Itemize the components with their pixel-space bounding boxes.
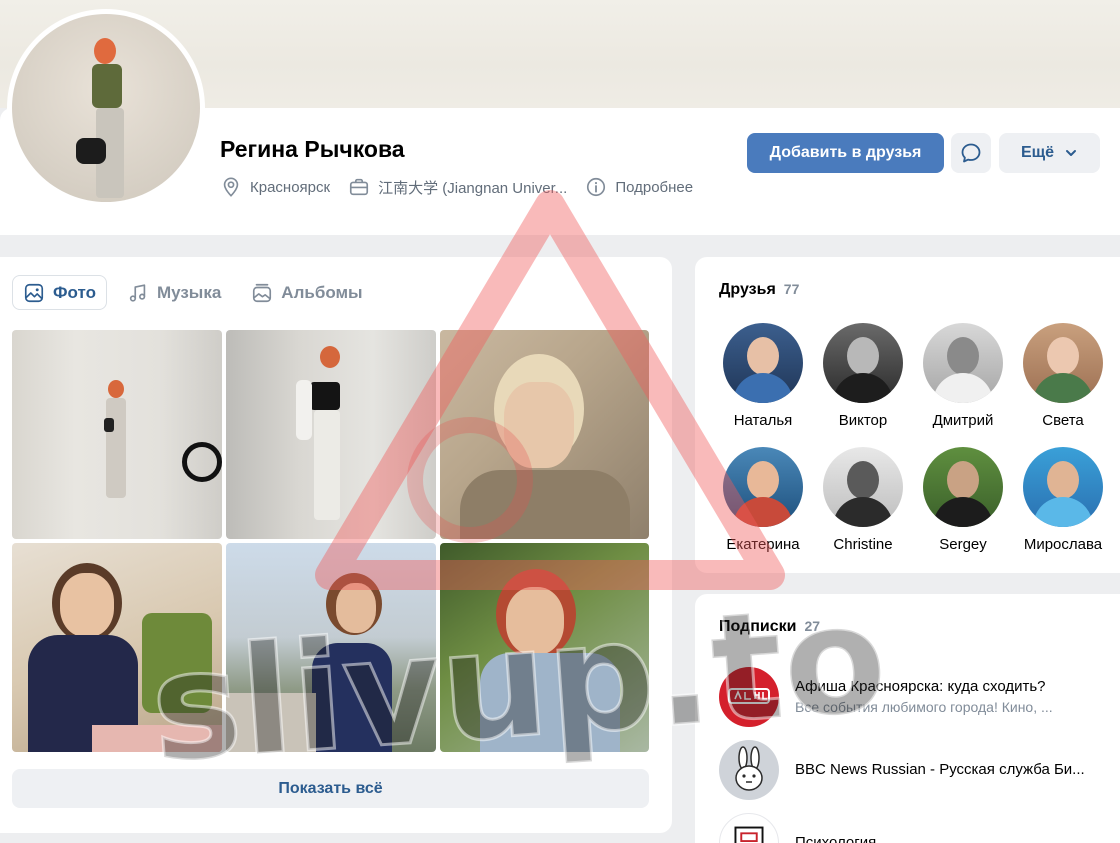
friend-name: Christine — [833, 536, 893, 553]
profile-avatar[interactable] — [7, 9, 205, 207]
photo-thumbnail[interactable] — [12, 330, 222, 539]
psychology-logo — [719, 812, 779, 843]
add-friend-button[interactable]: Добавить в друзья — [747, 133, 944, 173]
subscription-item[interactable]: Психология — [719, 806, 1109, 843]
photo-thumbnail[interactable] — [12, 543, 222, 752]
friend-name: Виктор — [838, 412, 888, 429]
message-icon — [961, 143, 981, 163]
friend-name: Sergey — [939, 536, 987, 553]
friends-block: Друзья 77 Наталья Виктор Дмитрий Света Е… — [695, 257, 1120, 573]
subscriptions-title: Подписки — [719, 618, 797, 635]
friend-name: Наталья — [733, 412, 793, 429]
tab-photos[interactable]: Фото — [12, 275, 107, 310]
friend-item[interactable]: Екатерина — [713, 447, 813, 553]
tab-photos-label: Фото — [53, 282, 96, 302]
photo-thumbnail[interactable] — [226, 330, 436, 539]
friends-list: Наталья Виктор Дмитрий Света Екатерина C… — [713, 323, 1113, 553]
subscription-item[interactable]: Афиша Красноярска: куда сходить? Все соб… — [719, 660, 1109, 733]
avatar — [1023, 323, 1103, 403]
profile-city-label: Красноярск — [250, 178, 331, 196]
friend-name: Мирослава — [1023, 536, 1103, 553]
albums-icon — [253, 283, 272, 302]
more-button[interactable]: Ещё — [999, 133, 1100, 173]
friends-count: 77 — [783, 281, 800, 297]
photo-thumbnail[interactable] — [440, 543, 649, 752]
avatar — [923, 447, 1003, 527]
avatar — [1023, 447, 1103, 527]
friends-title: Друзья — [719, 281, 776, 298]
tab-music[interactable]: Музыка — [117, 275, 231, 310]
photo-thumbnail[interactable] — [440, 330, 649, 539]
tab-music-label: Музыка — [156, 282, 222, 302]
music-icon — [129, 283, 146, 302]
friend-name: Света — [1042, 412, 1084, 429]
avatar — [923, 323, 1003, 403]
profile-details-label: Подробнее — [615, 178, 694, 196]
subscriptions-header[interactable]: Подписки 27 — [719, 618, 820, 636]
friend-item[interactable]: Дмитрий — [913, 323, 1013, 429]
subscription-title: Афиша Красноярска: куда сходить? — [795, 678, 1046, 695]
photo-icon — [24, 283, 44, 302]
profile-details-link[interactable]: Подробнее — [585, 176, 693, 198]
avatar — [12, 14, 200, 202]
more-button-label: Ещё — [1020, 144, 1055, 161]
subscription-desc: Все события любимого города! Кино, ... — [795, 699, 1053, 715]
friend-item[interactable]: Sergey — [913, 447, 1013, 553]
briefcase-icon — [350, 178, 369, 196]
location-icon — [223, 177, 239, 197]
photos-block: Фото Музыка Альбомы Показать всё — [0, 257, 672, 833]
show-all-photos-button[interactable]: Показать всё — [12, 769, 649, 808]
avatar — [823, 323, 903, 403]
friend-item[interactable]: Наталья — [713, 323, 813, 429]
info-icon — [587, 177, 606, 197]
avatar — [723, 447, 803, 527]
profile-name: Регина Рычкова — [220, 136, 405, 162]
profile-education[interactable]: 江南大学 (Jiangnan Univer... — [348, 176, 567, 198]
subscription-title: Психология — [795, 834, 877, 843]
friend-name: Дмитрий — [932, 412, 994, 429]
profile-city: Красноярск — [220, 176, 330, 198]
friend-item[interactable]: Света — [1013, 323, 1113, 429]
tab-albums-label: Альбомы — [281, 282, 363, 302]
subscriptions-list: Афиша Красноярска: куда сходить? Все соб… — [719, 660, 1109, 843]
photo-grid — [12, 330, 649, 752]
avatar — [823, 447, 903, 527]
friend-item[interactable]: Christine — [813, 447, 913, 553]
profile-education-label: 江南大学 (Jiangnan Univer... — [378, 179, 568, 197]
media-tabs: Фото Музыка Альбомы — [12, 275, 373, 310]
tab-albums[interactable]: Альбомы — [241, 275, 372, 310]
subscriptions-count: 27 — [804, 618, 821, 634]
afisha-logo — [719, 666, 779, 727]
subscription-item[interactable]: BBC News Russian - Русская служба Би... — [719, 733, 1109, 806]
profile-meta: Красноярск 江南大学 (Jiangnan Univer... Подр… — [220, 176, 693, 198]
bunny-logo — [719, 739, 779, 800]
friend-name: Екатерина — [726, 536, 800, 553]
friend-item[interactable]: Мирослава — [1013, 447, 1113, 553]
friend-item[interactable]: Виктор — [813, 323, 913, 429]
photo-thumbnail[interactable] — [226, 543, 436, 752]
message-button[interactable] — [951, 133, 991, 173]
chevron-down-icon — [1066, 150, 1077, 156]
subscription-title: BBC News Russian - Русская служба Би... — [795, 761, 1085, 778]
subscriptions-block: Подписки 27 Афиша Красноярска: куда сход… — [695, 594, 1120, 843]
friends-header[interactable]: Друзья 77 — [719, 281, 799, 299]
avatar — [723, 323, 803, 403]
